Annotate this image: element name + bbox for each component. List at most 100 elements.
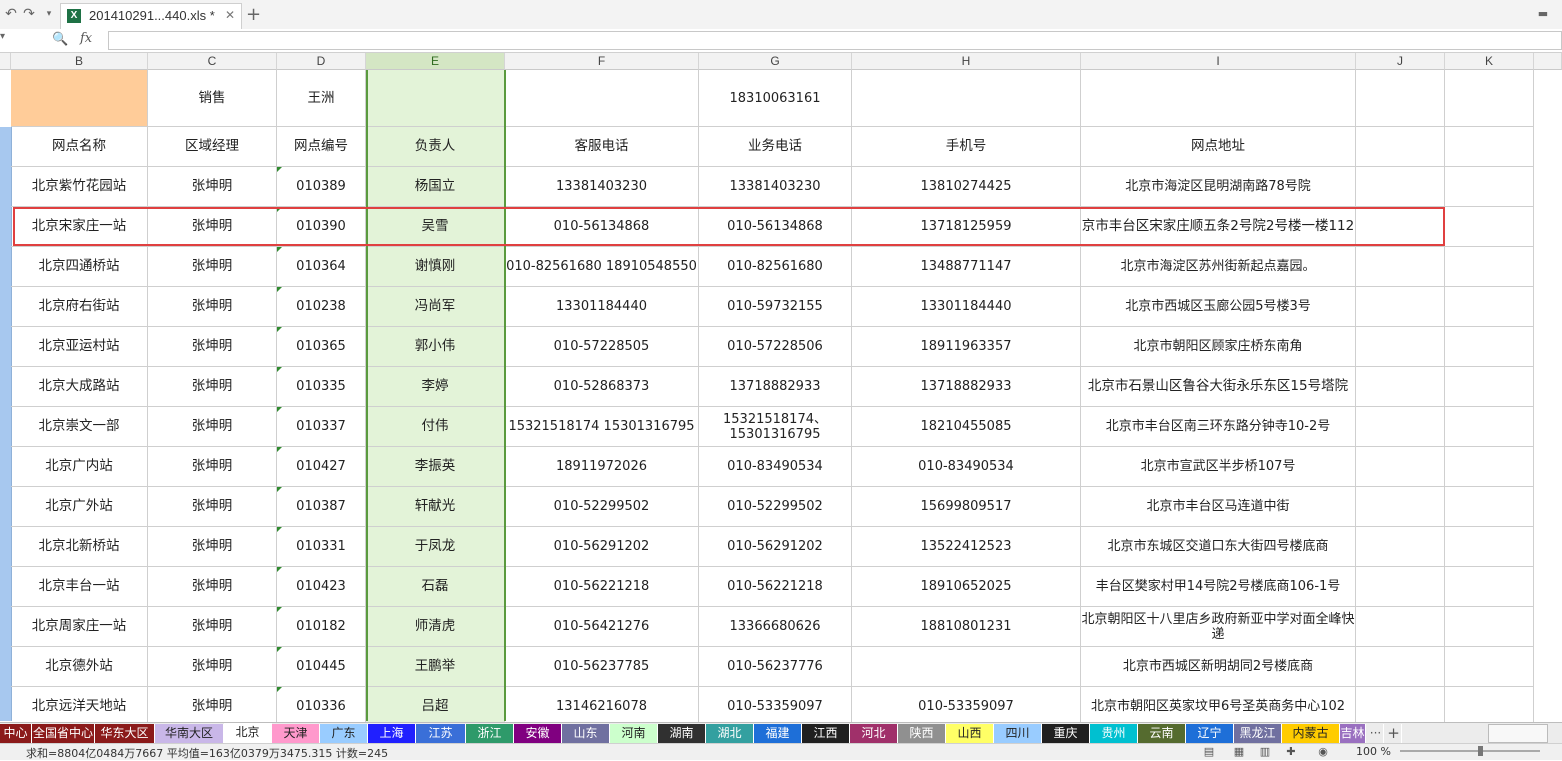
row-7-k[interactable] xyxy=(1445,407,1534,447)
row-2-k[interactable] xyxy=(1445,207,1534,247)
row-5-j[interactable] xyxy=(1356,327,1445,367)
row-10-code[interactable]: 010331 xyxy=(277,527,366,567)
row-6-k[interactable] xyxy=(1445,367,1534,407)
row-9-code[interactable]: 010387 xyxy=(277,487,366,527)
row-14-owner[interactable]: 吕超 xyxy=(366,687,505,727)
row-13-name[interactable]: 北京德外站 xyxy=(11,647,148,687)
row-9-owner[interactable]: 轩献光 xyxy=(366,487,505,527)
row-7-name[interactable]: 北京崇文一部 xyxy=(11,407,148,447)
row-1-addr[interactable]: 北京市海淀区昆明湖南路78号院 xyxy=(1081,167,1356,207)
close-icon[interactable]: ✕ xyxy=(225,8,235,22)
zoom-slider-handle[interactable] xyxy=(1478,746,1483,756)
row-8-addr[interactable]: 北京市宣武区半步桥107号 xyxy=(1081,447,1356,487)
cell-h-top[interactable] xyxy=(852,70,1081,127)
row-11-k[interactable] xyxy=(1445,567,1534,607)
row-12-mgr[interactable]: 张坤明 xyxy=(148,607,277,647)
header-station-code[interactable]: 网点编号 xyxy=(277,127,366,167)
row-6-name[interactable]: 北京大成路站 xyxy=(11,367,148,407)
page-break-icon[interactable]: ▥ xyxy=(1258,745,1272,758)
row-10-name[interactable]: 北京北新桥站 xyxy=(11,527,148,567)
column-header-j[interactable]: J xyxy=(1356,53,1445,70)
row-9-k[interactable] xyxy=(1445,487,1534,527)
row-3-name[interactable]: 北京四通桥站 xyxy=(11,247,148,287)
name-box-dropdown-icon[interactable]: ▾ xyxy=(0,31,14,49)
row-11-name[interactable]: 北京丰台一站 xyxy=(11,567,148,607)
row-1-cs[interactable]: 13381403230 xyxy=(505,167,699,207)
sheet-tab-24[interactable]: 辽宁 xyxy=(1186,724,1234,743)
column-header-h[interactable]: H xyxy=(852,53,1081,70)
row-7-biz[interactable]: 15321518174、 15301316795 xyxy=(699,407,852,447)
sheet-tab-2[interactable]: 华东大区 xyxy=(95,724,155,743)
row-9-j[interactable] xyxy=(1356,487,1445,527)
cell-f-top[interactable] xyxy=(505,70,699,127)
row-12-k[interactable] xyxy=(1445,607,1534,647)
sheet-tab-23[interactable]: 云南 xyxy=(1138,724,1186,743)
row-12-owner[interactable]: 师清虎 xyxy=(366,607,505,647)
sheet-tab-7[interactable]: 上海 xyxy=(368,724,416,743)
row-5-code[interactable]: 010365 xyxy=(277,327,366,367)
row-13-k[interactable] xyxy=(1445,647,1534,687)
row-5-k[interactable] xyxy=(1445,327,1534,367)
row-10-addr[interactable]: 北京市东城区交道口东大街四号楼底商 xyxy=(1081,527,1356,567)
cell-e-top[interactable] xyxy=(366,70,505,127)
row-12-mobile[interactable]: 18810801231 xyxy=(852,607,1081,647)
row-14-mgr[interactable]: 张坤明 xyxy=(148,687,277,727)
row-6-j[interactable] xyxy=(1356,367,1445,407)
row-4-addr[interactable]: 北京市西城区玉廊公园5号楼3号 xyxy=(1081,287,1356,327)
row-8-cs[interactable]: 18911972026 xyxy=(505,447,699,487)
header-j[interactable] xyxy=(1356,127,1445,167)
sheet-tab-27[interactable]: 吉林 xyxy=(1340,724,1366,743)
row-2-mgr[interactable]: 张坤明 xyxy=(148,207,277,247)
row-3-biz[interactable]: 010-82561680 xyxy=(699,247,852,287)
sheet-tab-20[interactable]: 四川 xyxy=(994,724,1042,743)
row-14-k[interactable] xyxy=(1445,687,1534,727)
row-10-cs[interactable]: 010-56291202 xyxy=(505,527,699,567)
row-1-biz[interactable]: 13381403230 xyxy=(699,167,852,207)
row-7-mobile[interactable]: 18210455085 xyxy=(852,407,1081,447)
row-2-cs[interactable]: 010-56134868 xyxy=(505,207,699,247)
row-6-owner[interactable]: 李婷 xyxy=(366,367,505,407)
row-4-mobile[interactable]: 13301184440 xyxy=(852,287,1081,327)
row-3-mgr[interactable]: 张坤明 xyxy=(148,247,277,287)
row-5-biz[interactable]: 010-57228506 xyxy=(699,327,852,367)
header-owner[interactable]: 负责人 xyxy=(366,127,505,167)
row-4-j[interactable] xyxy=(1356,287,1445,327)
cell-d-top[interactable]: 王洲 xyxy=(277,70,366,127)
header-area-manager[interactable]: 区域经理 xyxy=(148,127,277,167)
row-11-mgr[interactable]: 张坤明 xyxy=(148,567,277,607)
eye-protection-icon[interactable]: ◉ xyxy=(1316,745,1330,758)
row-5-owner[interactable]: 郭小伟 xyxy=(366,327,505,367)
row-1-mobile[interactable]: 13810274425 xyxy=(852,167,1081,207)
row-9-mobile[interactable]: 15699809517 xyxy=(852,487,1081,527)
row-2-name[interactable]: 北京宋家庄一站 xyxy=(11,207,148,247)
row-8-code[interactable]: 010427 xyxy=(277,447,366,487)
column-header-k[interactable]: K xyxy=(1445,53,1534,70)
row-4-name[interactable]: 北京府右街站 xyxy=(11,287,148,327)
row-6-cs[interactable]: 010-52868373 xyxy=(505,367,699,407)
row-13-owner[interactable]: 王鹏举 xyxy=(366,647,505,687)
row-4-cs[interactable]: 13301184440 xyxy=(505,287,699,327)
new-tab-button[interactable]: + xyxy=(246,4,261,25)
row-4-owner[interactable]: 冯尚军 xyxy=(366,287,505,327)
function-icon[interactable]: fx xyxy=(80,31,92,46)
row-6-code[interactable]: 010335 xyxy=(277,367,366,407)
row-13-mobile[interactable] xyxy=(852,647,1081,687)
row-12-addr[interactable]: 北京朝阳区十八里店乡政府新亚中学对面全峰快递 xyxy=(1081,607,1356,647)
formula-input[interactable] xyxy=(108,31,1562,50)
column-header-c[interactable]: C xyxy=(148,53,277,70)
sheet-tab-15[interactable]: 福建 xyxy=(754,724,802,743)
row-2-addr[interactable]: 京市丰台区宋家庄顺五条2号院2号楼一楼112 xyxy=(1081,207,1356,247)
redo-icon[interactable]: ↷ xyxy=(20,5,38,23)
header-service-phone[interactable]: 客服电话 xyxy=(505,127,699,167)
row-8-name[interactable]: 北京广内站 xyxy=(11,447,148,487)
row-10-mobile[interactable]: 13522412523 xyxy=(852,527,1081,567)
zoom-icon[interactable]: 🔍 xyxy=(52,32,68,47)
row-10-j[interactable] xyxy=(1356,527,1445,567)
row-1-k[interactable] xyxy=(1445,167,1534,207)
cell-i-top[interactable] xyxy=(1081,70,1356,127)
row-3-addr[interactable]: 北京市海淀区苏州街新起点嘉园。 xyxy=(1081,247,1356,287)
row-6-biz[interactable]: 13718882933 xyxy=(699,367,852,407)
row-14-code[interactable]: 010336 xyxy=(277,687,366,727)
row-2-mobile[interactable]: 13718125959 xyxy=(852,207,1081,247)
cell-c-top[interactable]: 销售 xyxy=(148,70,277,127)
